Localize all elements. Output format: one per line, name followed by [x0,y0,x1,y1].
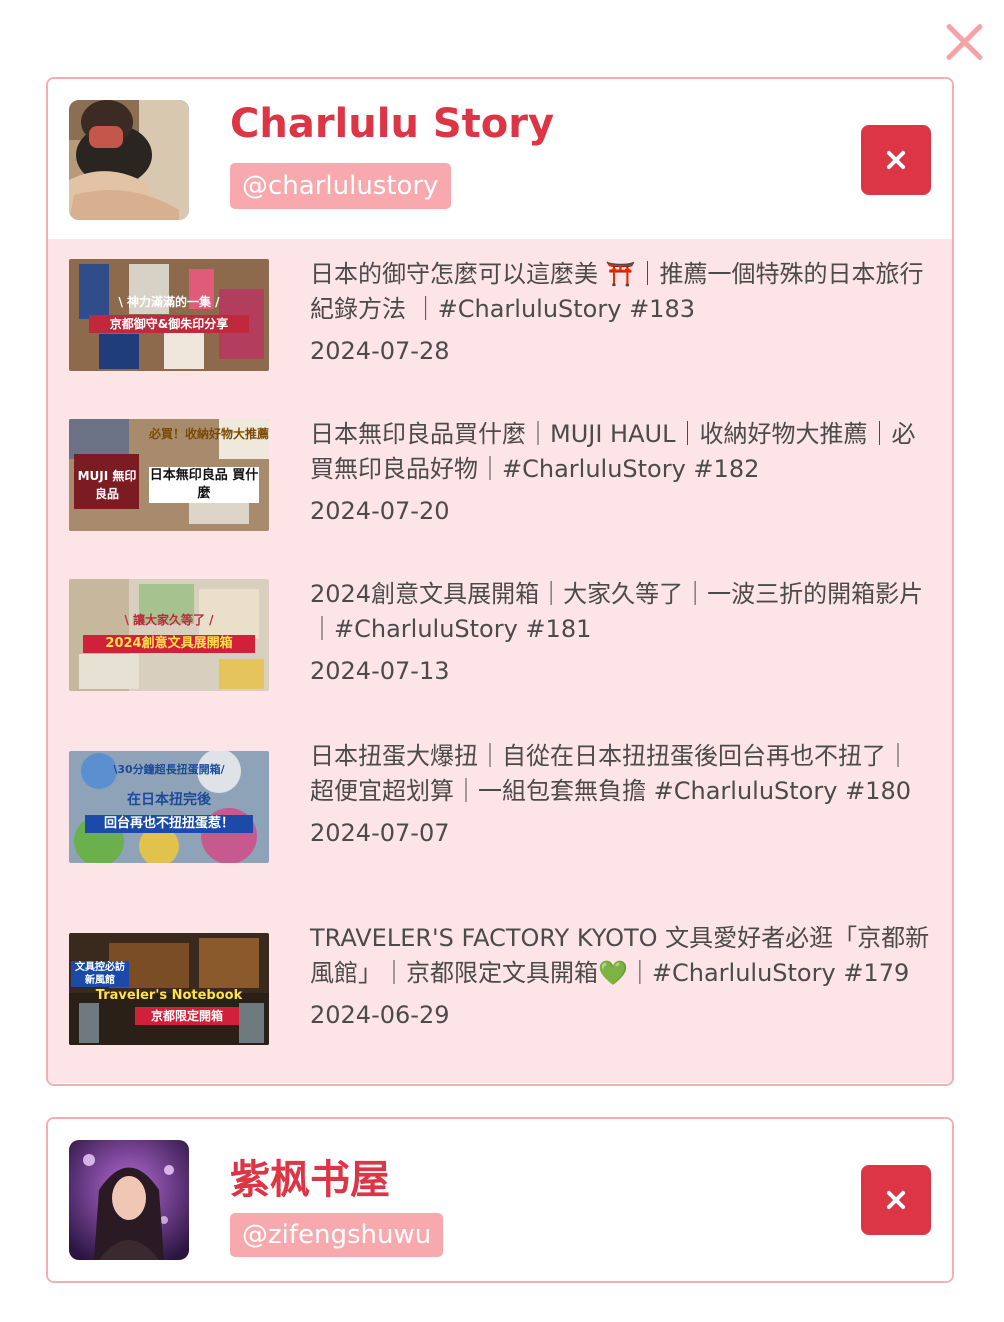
video-title[interactable]: 日本扭蛋大爆扭｜自從在日本扭扭蛋後回台再也不扭了｜超便宜超划算｜一組包套無負擔 … [310,739,932,809]
avatar-photo-icon [69,100,189,220]
channel-avatar[interactable] [69,100,189,220]
channel-card: Charlulu Story @charlulustory \ 神力滿滿的一集 … [46,77,954,1086]
video-thumbnail[interactable]: \ 神力滿滿的一集 / 京都御守&御朱印分享 [69,259,269,371]
thumbnail-caption: 京都限定開箱 [135,1007,239,1025]
thumbnail-caption: 在日本扭完後 [127,792,211,808]
video-date: 2024-07-28 [310,337,450,365]
thumbnail-caption: \30分鐘超長扭蛋開箱/ [113,763,225,776]
video-info: 日本無印良品買什麼｜MUJI HAUL｜收納好物大推薦｜必買無印良品好物｜#Ch… [310,419,932,579]
video-item[interactable]: \30分鐘超長扭蛋開箱/ 在日本扭完後 回台再也不扭扭蛋惹！ 日本扭蛋大爆扭｜自… [48,742,952,933]
video-title[interactable]: 日本的御守怎麼可以這麼美 ⛩️｜推薦一個特殊的日本旅行紀錄方法 ｜#Charlu… [310,257,932,327]
video-thumbnail[interactable]: 必買！收納好物大推薦 MUJI 無印良品 日本無印良品 買什麼 [69,419,269,531]
thumbnail-caption: 文具控必訪 新風館 [71,961,129,987]
video-date: 2024-06-29 [310,1001,450,1029]
video-item[interactable]: 必買！收納好物大推薦 MUJI 無印良品 日本無印良品 買什麼 日本無印良品買什… [48,419,952,579]
video-title[interactable]: 2024創意文具展開箱｜大家久等了｜一波三折的開箱影片｜#CharluluSto… [310,577,932,647]
thumbnail-caption: 京都御守&御朱印分享 [89,315,249,333]
video-date: 2024-07-07 [310,819,450,847]
video-title[interactable]: TRAVELER'S FACTORY KYOTO 文具愛好者必逛「京都新風館」｜… [310,921,932,991]
thumbnail-caption: 日本無印良品 買什麼 [149,467,259,503]
video-info: 日本扭蛋大爆扭｜自從在日本扭扭蛋後回台再也不扭了｜超便宜超划算｜一組包套無負擔 … [310,742,932,933]
video-date: 2024-07-20 [310,497,450,525]
remove-channel-button[interactable] [861,125,931,195]
thumbnail-caption: 2024創意文具展開箱 [83,635,255,653]
channel-handle: @charlulustory [230,163,451,209]
video-item[interactable]: \ 讓大家久等了 / 2024創意文具展開箱 2024創意文具展開箱｜大家久等了… [48,579,952,751]
video-thumbnail[interactable]: \30分鐘超長扭蛋開箱/ 在日本扭完後 回台再也不扭扭蛋惹！ [69,751,269,863]
video-item[interactable]: 文具控必訪 新風館 Traveler's Notebook 京都限定開箱 TRA… [48,924,952,1073]
thumbnail-caption: 必買！收納好物大推薦 [149,427,269,441]
video-title[interactable]: 日本無印良品買什麼｜MUJI HAUL｜收納好物大推薦｜必買無印良品好物｜#Ch… [310,417,932,487]
channel-avatar[interactable] [69,1140,189,1260]
video-info: TRAVELER'S FACTORY KYOTO 文具愛好者必逛「京都新風館」｜… [310,924,932,1073]
video-item[interactable]: \ 神力滿滿的一集 / 京都御守&御朱印分享 日本的御守怎麼可以這麼美 ⛩️｜推… [48,259,952,419]
remove-channel-button[interactable] [861,1165,931,1235]
video-list: \ 神力滿滿的一集 / 京都御守&御朱印分享 日本的御守怎麼可以這麼美 ⛩️｜推… [48,239,952,1083]
channel-handle: @zifengshuwu [230,1213,444,1257]
channel-card: 紫枫书屋 @zifengshuwu [46,1117,954,1283]
video-info: 日本的御守怎麼可以這麼美 ⛩️｜推薦一個特殊的日本旅行紀錄方法 ｜#Charlu… [310,259,932,419]
thumbnail-caption: Traveler's Notebook [95,988,243,1003]
video-thumbnail[interactable]: \ 讓大家久等了 / 2024創意文具展開箱 [69,579,269,691]
thumbnail-caption: \ 讓大家久等了 / [124,613,214,627]
video-date: 2024-07-13 [310,657,450,685]
thumbnail-caption: \ 神力滿滿的一集 / [118,295,220,309]
thumbnail-caption: MUJI 無印良品 [77,469,137,501]
avatar-illustration-icon [69,1140,189,1260]
video-info: 2024創意文具展開箱｜大家久等了｜一波三折的開箱影片｜#CharluluSto… [310,579,932,751]
video-thumbnail[interactable]: 文具控必訪 新風館 Traveler's Notebook 京都限定開箱 [69,933,269,1045]
thumbnail-caption: 回台再也不扭扭蛋惹！ [85,815,253,833]
channel-name: Charlulu Story [230,101,555,147]
close-panel-icon[interactable] [942,20,986,64]
channel-header: 紫枫书屋 @zifengshuwu [48,1119,952,1281]
channel-name: 紫枫书屋 [230,1157,390,1203]
channel-header: Charlulu Story @charlulustory [48,79,952,239]
